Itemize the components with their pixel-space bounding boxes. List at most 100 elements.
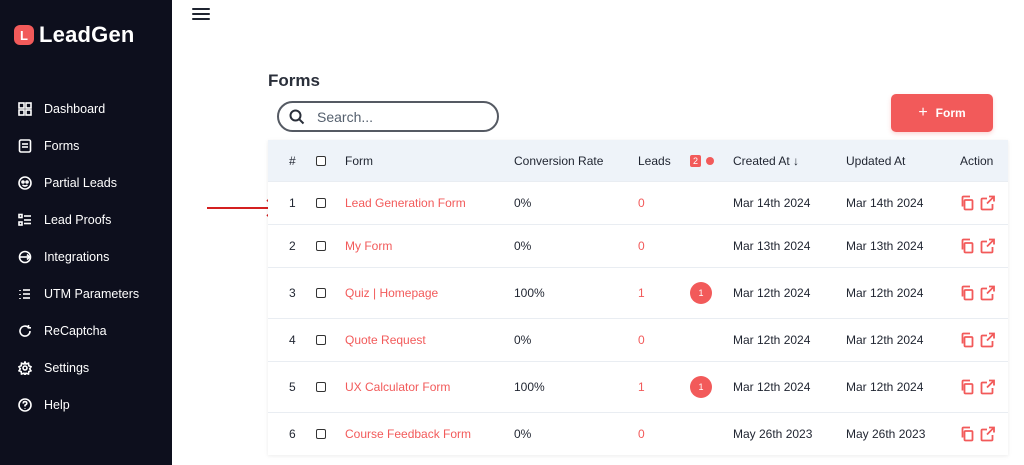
- header-created-at[interactable]: Created At ↓: [733, 154, 799, 168]
- gear-icon: [18, 360, 32, 375]
- open-external-icon[interactable]: [980, 238, 995, 254]
- row-checkbox[interactable]: [316, 335, 326, 345]
- search-icon: [289, 109, 305, 124]
- sidebar-item-utm-parameters[interactable]: UTM Parameters: [0, 275, 172, 312]
- conversion-rate: 100%: [514, 380, 545, 394]
- sidebar-item-help[interactable]: Help: [0, 386, 172, 423]
- new-leads-badge: 1: [690, 282, 712, 304]
- table-row: 2 My Form 0% 0 Mar 13th 2024 Mar 13th 20…: [268, 224, 1008, 267]
- row-checkbox[interactable]: [316, 288, 326, 298]
- sidebar-item-integrations[interactable]: Integrations: [0, 238, 172, 275]
- sidebar-item-label: ReCaptcha: [44, 323, 107, 338]
- recaptcha-icon: [18, 324, 32, 338]
- checkbox-box[interactable]: [316, 382, 326, 392]
- sidebar-item-lead-proofs[interactable]: Lead Proofs: [0, 201, 172, 238]
- checkbox-box[interactable]: [316, 198, 326, 208]
- new-leads-badge: 1: [690, 376, 712, 398]
- copy-icon[interactable]: [960, 426, 975, 442]
- open-external-icon[interactable]: [980, 426, 995, 442]
- open-external-icon[interactable]: [980, 332, 995, 348]
- dashboard-icon: [18, 101, 32, 116]
- form-name-link[interactable]: Lead Generation Form: [345, 196, 466, 210]
- checkbox-box[interactable]: [316, 429, 326, 439]
- add-form-button[interactable]: + Form: [891, 94, 993, 132]
- checkbox-box[interactable]: [316, 241, 326, 251]
- row-checkbox[interactable]: [316, 241, 326, 251]
- utm-icon: [18, 287, 32, 301]
- sidebar-item-recaptcha[interactable]: ReCaptcha: [0, 312, 172, 349]
- form-name-link[interactable]: Quiz | Homepage: [345, 286, 438, 300]
- updated-at: Mar 12th 2024: [846, 286, 924, 300]
- search-input[interactable]: [317, 108, 477, 125]
- leads-count-link[interactable]: 0: [638, 427, 645, 441]
- open-external-icon[interactable]: [980, 285, 995, 301]
- form-name-link[interactable]: Quote Request: [345, 333, 426, 347]
- header-updated-at[interactable]: Updated At: [846, 154, 905, 168]
- menu-toggle-icon[interactable]: [192, 8, 210, 22]
- leads-count-link[interactable]: 1: [638, 286, 645, 300]
- row-actions: [960, 379, 995, 395]
- header-form[interactable]: Form: [345, 154, 373, 168]
- row-checkbox[interactable]: [316, 429, 326, 439]
- partial-leads-icon: [18, 175, 32, 190]
- sidebar-item-forms[interactable]: Forms: [0, 127, 172, 164]
- row-number: 6: [289, 427, 296, 441]
- checkbox-box[interactable]: [316, 335, 326, 345]
- header-conversion-rate[interactable]: Conversion Rate: [514, 154, 603, 168]
- table-row: 3 Quiz | Homepage 100% 1 1 Mar 12th 2024…: [268, 267, 1008, 318]
- row-number: 5: [289, 380, 296, 394]
- sidebar-item-settings[interactable]: Settings: [0, 349, 172, 386]
- forms-table: # Form Conversion Rate Leads 2 Created A…: [268, 140, 1008, 455]
- leads-count-link[interactable]: 1: [638, 380, 645, 394]
- table-row: 4 Quote Request 0% 0 Mar 12th 2024 Mar 1…: [268, 318, 1008, 361]
- page-title: Forms: [268, 71, 320, 90]
- created-at: Mar 14th 2024: [733, 196, 811, 210]
- search-box[interactable]: [277, 101, 499, 132]
- leads-count-link[interactable]: 0: [638, 333, 645, 347]
- copy-icon[interactable]: [960, 238, 975, 254]
- row-number: 4: [289, 333, 296, 347]
- leads-count-link[interactable]: 0: [638, 239, 645, 253]
- form-name-link[interactable]: Course Feedback Form: [345, 427, 471, 441]
- updated-at: Mar 13th 2024: [846, 239, 924, 253]
- row-number: 1: [289, 196, 296, 210]
- header-action: Action: [960, 153, 994, 168]
- created-at: Mar 13th 2024: [733, 239, 811, 253]
- brand-logo: L: [14, 25, 34, 45]
- copy-icon[interactable]: [960, 332, 975, 348]
- row-number: 2: [289, 239, 296, 253]
- checkbox-box[interactable]: [316, 288, 326, 298]
- table-row: 5 UX Calculator Form 100% 1 1 Mar 12th 2…: [268, 361, 1008, 412]
- table-row: 6 Course Feedback Form 0% 0 May 26th 202…: [268, 412, 1008, 455]
- help-icon: [18, 397, 32, 412]
- sidebar-item-dashboard[interactable]: Dashboard: [0, 90, 172, 127]
- open-external-icon[interactable]: [980, 195, 995, 211]
- conversion-rate: 0%: [514, 427, 532, 441]
- brand-name: LeadGen: [39, 22, 135, 47]
- checkbox-box[interactable]: [316, 155, 326, 166]
- sidebar-item-label: UTM Parameters: [44, 286, 140, 301]
- header-number: #: [289, 153, 296, 168]
- leads-count-link[interactable]: 0: [638, 196, 645, 210]
- copy-icon[interactable]: [960, 195, 975, 211]
- header-leads[interactable]: Leads: [638, 154, 671, 168]
- updated-at: May 26th 2023: [846, 427, 926, 441]
- open-external-icon[interactable]: [980, 379, 995, 395]
- updated-at: Mar 14th 2024: [846, 196, 924, 210]
- sidebar-item-label: Integrations: [44, 249, 110, 264]
- sort-down-icon: ↓: [793, 153, 800, 168]
- row-checkbox[interactable]: [316, 382, 326, 392]
- form-name-link[interactable]: My Form: [345, 239, 392, 253]
- created-at: May 26th 2023: [733, 427, 813, 441]
- brand[interactable]: L LeadGen: [14, 22, 135, 48]
- notification-dot-icon: [706, 156, 715, 165]
- select-all-checkbox[interactable]: [316, 155, 326, 166]
- copy-icon[interactable]: [960, 379, 975, 395]
- conversion-rate: 0%: [514, 196, 532, 210]
- copy-icon[interactable]: [960, 285, 975, 301]
- form-name-link[interactable]: UX Calculator Form: [345, 380, 450, 394]
- sidebar-item-partial-leads[interactable]: Partial Leads: [0, 164, 172, 201]
- add-form-label: Form: [935, 106, 966, 120]
- row-checkbox[interactable]: [316, 198, 326, 208]
- forms-icon: [18, 138, 32, 153]
